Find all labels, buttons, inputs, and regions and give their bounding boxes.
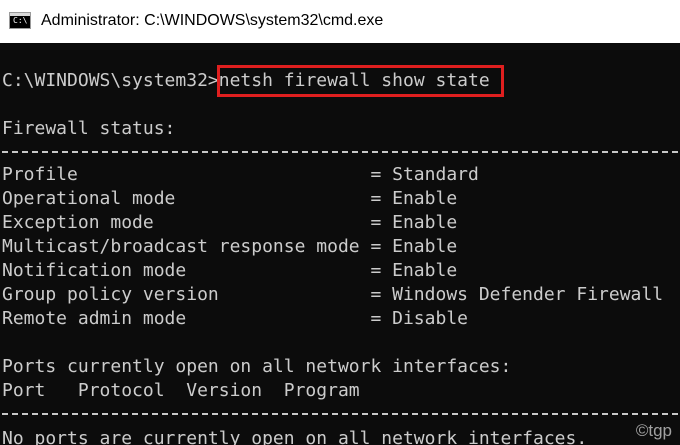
window-title: Administrator: C:\WINDOWS\system32\cmd.e… <box>41 12 384 29</box>
console-output[interactable]: C:\WINDOWS\system32>netsh firewall show … <box>0 44 680 445</box>
watermark: ©tgp <box>635 421 672 440</box>
cmd-icon-prompt: C:\ <box>13 16 28 25</box>
ports-columns: Port Protocol Version Program <box>2 380 360 401</box>
firewall-status-heading: Firewall status: <box>2 118 176 139</box>
status-row: Profile = Standard <box>2 164 479 185</box>
console-prompt: C:\WINDOWS\system32> <box>2 70 219 91</box>
status-row: Multicast/broadcast response mode = Enab… <box>2 236 458 257</box>
status-row: Operational mode = Enable <box>2 188 458 209</box>
ports-message: No ports are currently open on all netwo… <box>2 428 588 445</box>
status-row: Notification mode = Enable <box>2 260 458 281</box>
cmd-window: C:\ Administrator: C:\WINDOWS\system32\c… <box>0 0 680 445</box>
status-row: Remote admin mode = Disable <box>2 308 468 329</box>
command-highlight-box <box>217 65 504 97</box>
ports-heading: Ports currently open on all network inte… <box>2 356 512 377</box>
status-row: Group policy version = Windows Defender … <box>2 284 664 305</box>
separator-line <box>2 151 678 153</box>
separator-line <box>2 413 678 415</box>
cmd-icon[interactable]: C:\ <box>9 12 31 29</box>
title-bar[interactable]: C:\ Administrator: C:\WINDOWS\system32\c… <box>0 0 680 43</box>
status-row: Exception mode = Enable <box>2 212 458 233</box>
